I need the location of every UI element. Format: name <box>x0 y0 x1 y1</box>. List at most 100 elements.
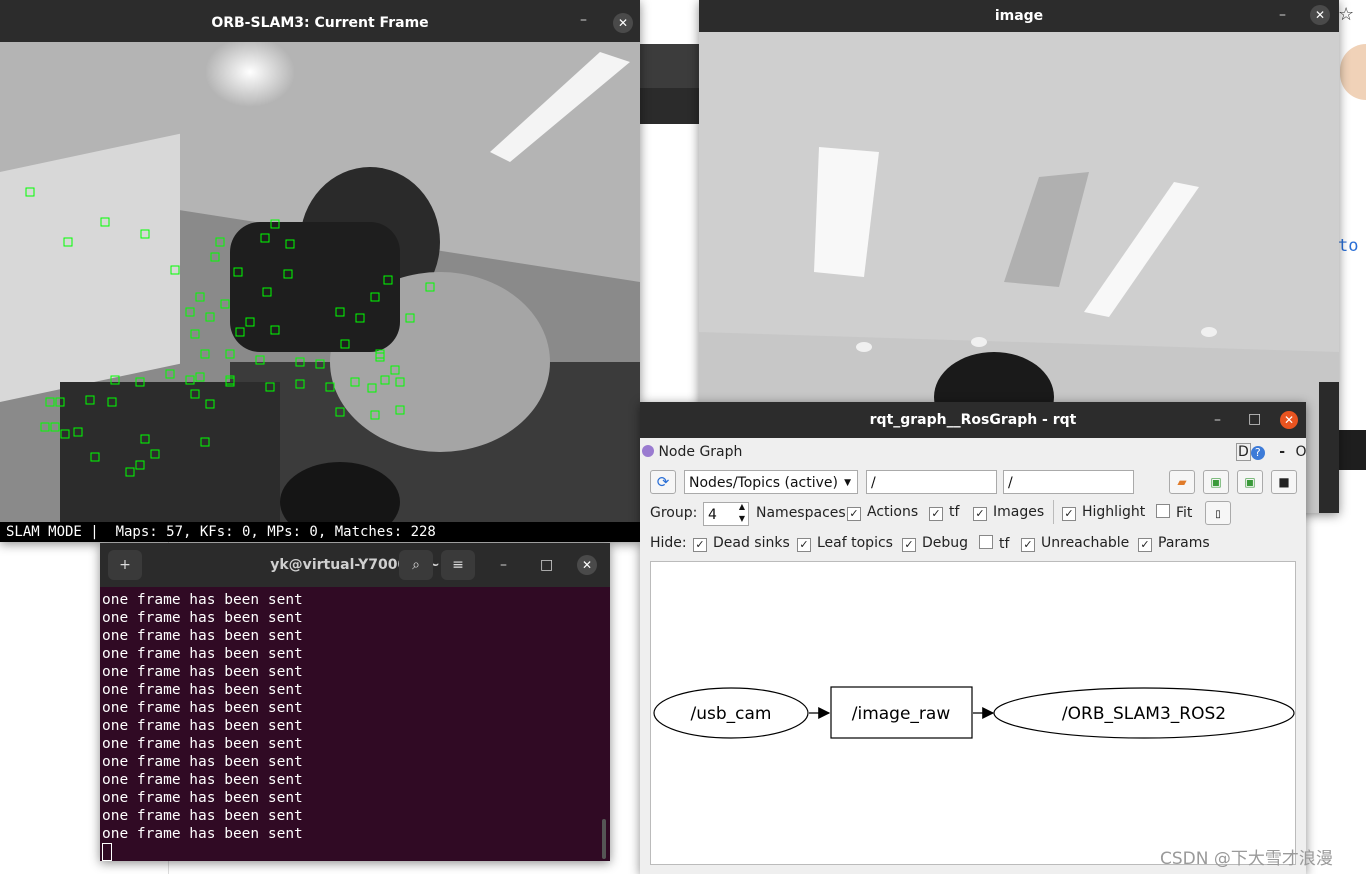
graph-node-label: /ORB_SLAM3_ROS2 <box>1062 704 1226 724</box>
leaf-topics-checkbox[interactable]: ✓ Leaf topics <box>797 535 893 552</box>
close-button[interactable]: ✕ <box>613 13 633 33</box>
hide-tf-label: tf <box>999 536 1010 552</box>
terminal-line: one frame has been sent <box>102 664 303 680</box>
terminal-line: one frame has been sent <box>102 826 303 842</box>
minimize-button[interactable]: – <box>580 12 587 28</box>
maximize-button[interactable]: □ <box>1248 411 1261 427</box>
watermark: CSDN @下大雪才浪漫 <box>1160 849 1333 869</box>
topic-filter-input[interactable]: / <box>1003 470 1134 494</box>
namespaces-option: Namespaces <box>756 505 846 521</box>
plugin-header: Node Graph <box>642 444 742 460</box>
save-dot-icon[interactable]: ▣ <box>1203 470 1229 494</box>
checkbox-icon[interactable]: ✓ <box>902 538 916 552</box>
refresh-icon[interactable]: ⟳ <box>650 470 676 494</box>
chevron-down-icon: ▼ <box>844 478 851 488</box>
highlight-label: Highlight <box>1082 504 1146 520</box>
fit-checkbox[interactable]: Fit <box>1156 504 1192 521</box>
dock-minimize-button[interactable]: - <box>1279 444 1285 460</box>
image-window-title: image <box>994 8 1044 24</box>
menu-icon[interactable]: ≡ <box>441 550 475 580</box>
fit-label: Fit <box>1176 505 1193 521</box>
rqt-window-title: rqt_graph__RosGraph - rqt <box>869 412 1077 428</box>
orb-titlebar[interactable]: ORB-SLAM3: Current Frame <box>0 0 640 42</box>
checkbox-icon[interactable] <box>1156 504 1170 518</box>
fit-view-icon[interactable]: ▯ <box>1205 501 1231 525</box>
node-filter-input[interactable]: / <box>866 470 997 494</box>
group-spinbox[interactable]: 4 ▲ ▼ <box>703 502 749 526</box>
highlight-checkbox[interactable]: ✓ Highlight <box>1062 504 1145 521</box>
maximize-button[interactable]: □ <box>540 557 553 573</box>
debug-label: Debug <box>922 535 969 551</box>
checkbox-icon[interactable]: ✓ <box>847 507 861 521</box>
terminal-line: one frame has been sent <box>102 700 303 716</box>
minimize-button[interactable]: – <box>1214 412 1221 428</box>
minimize-button[interactable]: – <box>1279 7 1286 23</box>
images-checkbox[interactable]: ✓ Images <box>973 504 1044 521</box>
params-label: Params <box>1158 535 1210 551</box>
slam-frame-image <box>0 42 640 522</box>
spin-arrows-icon[interactable]: ▲ ▼ <box>739 501 745 525</box>
terminal-line: one frame has been sent <box>102 592 303 608</box>
save-svg-icon[interactable]: ▣ <box>1237 470 1263 494</box>
params-checkbox[interactable]: ✓ Params <box>1138 535 1210 552</box>
close-button[interactable]: ✕ <box>1310 5 1330 25</box>
dock-controls[interactable]: D? - O <box>1236 443 1307 461</box>
load-dot-icon[interactable]: ▰ <box>1169 470 1195 494</box>
rqt-graph-window[interactable]: rqt_graph__RosGraph - rqt – □ ✕ Node Gra… <box>640 402 1307 874</box>
terminal-line: one frame has been sent <box>102 790 303 806</box>
bookmark-star-icon[interactable]: ☆ <box>1338 4 1354 25</box>
browser-tab-bar <box>640 44 700 88</box>
dock-d-button[interactable]: D <box>1236 443 1251 461</box>
slam-status-bar: SLAM MODE | Maps: 57, KFs: 0, MPs: 0, Ma… <box>0 522 640 542</box>
terminal-line: one frame has been sent <box>102 808 303 824</box>
help-icon[interactable]: ? <box>1250 446 1265 460</box>
terminal-line: one frame has been sent <box>102 682 303 698</box>
checkbox-icon[interactable]: ✓ <box>929 507 943 521</box>
checkbox-icon[interactable]: ✓ <box>1138 538 1152 552</box>
graph-canvas[interactable]: /usb_cam /image_raw /ORB_SLAM3_ROS2 <box>650 561 1296 865</box>
tf-checkbox[interactable]: ✓ tf <box>929 504 959 521</box>
rqt-titlebar[interactable]: rqt_graph__RosGraph - rqt <box>640 402 1306 438</box>
dead-sinks-checkbox[interactable]: ✓ Dead sinks <box>693 535 790 552</box>
terminal-titlebar[interactable]: yk@virtual-Y7000P: ~ <box>100 543 610 587</box>
terminal-cursor <box>102 843 610 861</box>
search-icon[interactable]: ⌕ <box>399 550 433 580</box>
graph-mode-select[interactable]: Nodes/Topics (active) ▼ <box>684 470 858 494</box>
group-value: 4 <box>708 507 717 523</box>
terminal-window[interactable]: yk@virtual-Y7000P: ~ + ⌕ ≡ – □ ✕ one fra… <box>100 543 610 861</box>
graph-node-label: /usb_cam <box>691 704 772 724</box>
checkbox-icon[interactable]: ✓ <box>797 538 811 552</box>
node-graph-icon <box>642 445 654 457</box>
unreachable-label: Unreachable <box>1041 535 1130 551</box>
terminal-line: one frame has been sent <box>102 646 303 662</box>
dock-close-button[interactable]: O <box>1296 444 1307 460</box>
minimize-button[interactable]: – <box>500 557 507 573</box>
group-label: Group: <box>650 505 698 521</box>
background-panel <box>1338 430 1366 470</box>
separator <box>1053 500 1054 524</box>
checkbox-icon[interactable] <box>979 535 993 549</box>
terminal-output[interactable]: one frame has been sent one frame has be… <box>102 591 610 861</box>
orb-slam-window[interactable]: ORB-SLAM3: Current Frame – ✕ SLAM MODE |… <box>0 0 640 542</box>
terminal-scrollbar[interactable] <box>602 819 606 859</box>
close-button[interactable]: ✕ <box>1280 411 1298 429</box>
unreachable-checkbox[interactable]: ✓ Unreachable <box>1021 535 1129 552</box>
checkbox-icon[interactable]: ✓ <box>1021 538 1035 552</box>
checkbox-icon[interactable]: ✓ <box>1062 507 1076 521</box>
terminal-line: one frame has been sent <box>102 628 303 644</box>
hide-tf-checkbox[interactable]: tf <box>979 535 1009 552</box>
actions-checkbox[interactable]: ✓ Actions <box>847 504 918 521</box>
terminal-line: one frame has been sent <box>102 718 303 734</box>
page-link-fragment[interactable]: to <box>1338 236 1358 256</box>
image-titlebar[interactable]: image <box>699 0 1339 32</box>
new-tab-icon[interactable]: + <box>108 550 142 580</box>
terminal-line: one frame has been sent <box>102 772 303 788</box>
debug-checkbox[interactable]: ✓ Debug <box>902 535 968 552</box>
checkbox-icon[interactable]: ✓ <box>973 507 987 521</box>
leaf-topics-label: Leaf topics <box>817 535 893 551</box>
save-image-icon[interactable]: ■ <box>1271 470 1297 494</box>
checkbox-icon[interactable]: ✓ <box>693 538 707 552</box>
plugin-title: Node Graph <box>658 444 743 460</box>
terminal-line: one frame has been sent <box>102 610 303 626</box>
close-button[interactable]: ✕ <box>577 555 597 575</box>
